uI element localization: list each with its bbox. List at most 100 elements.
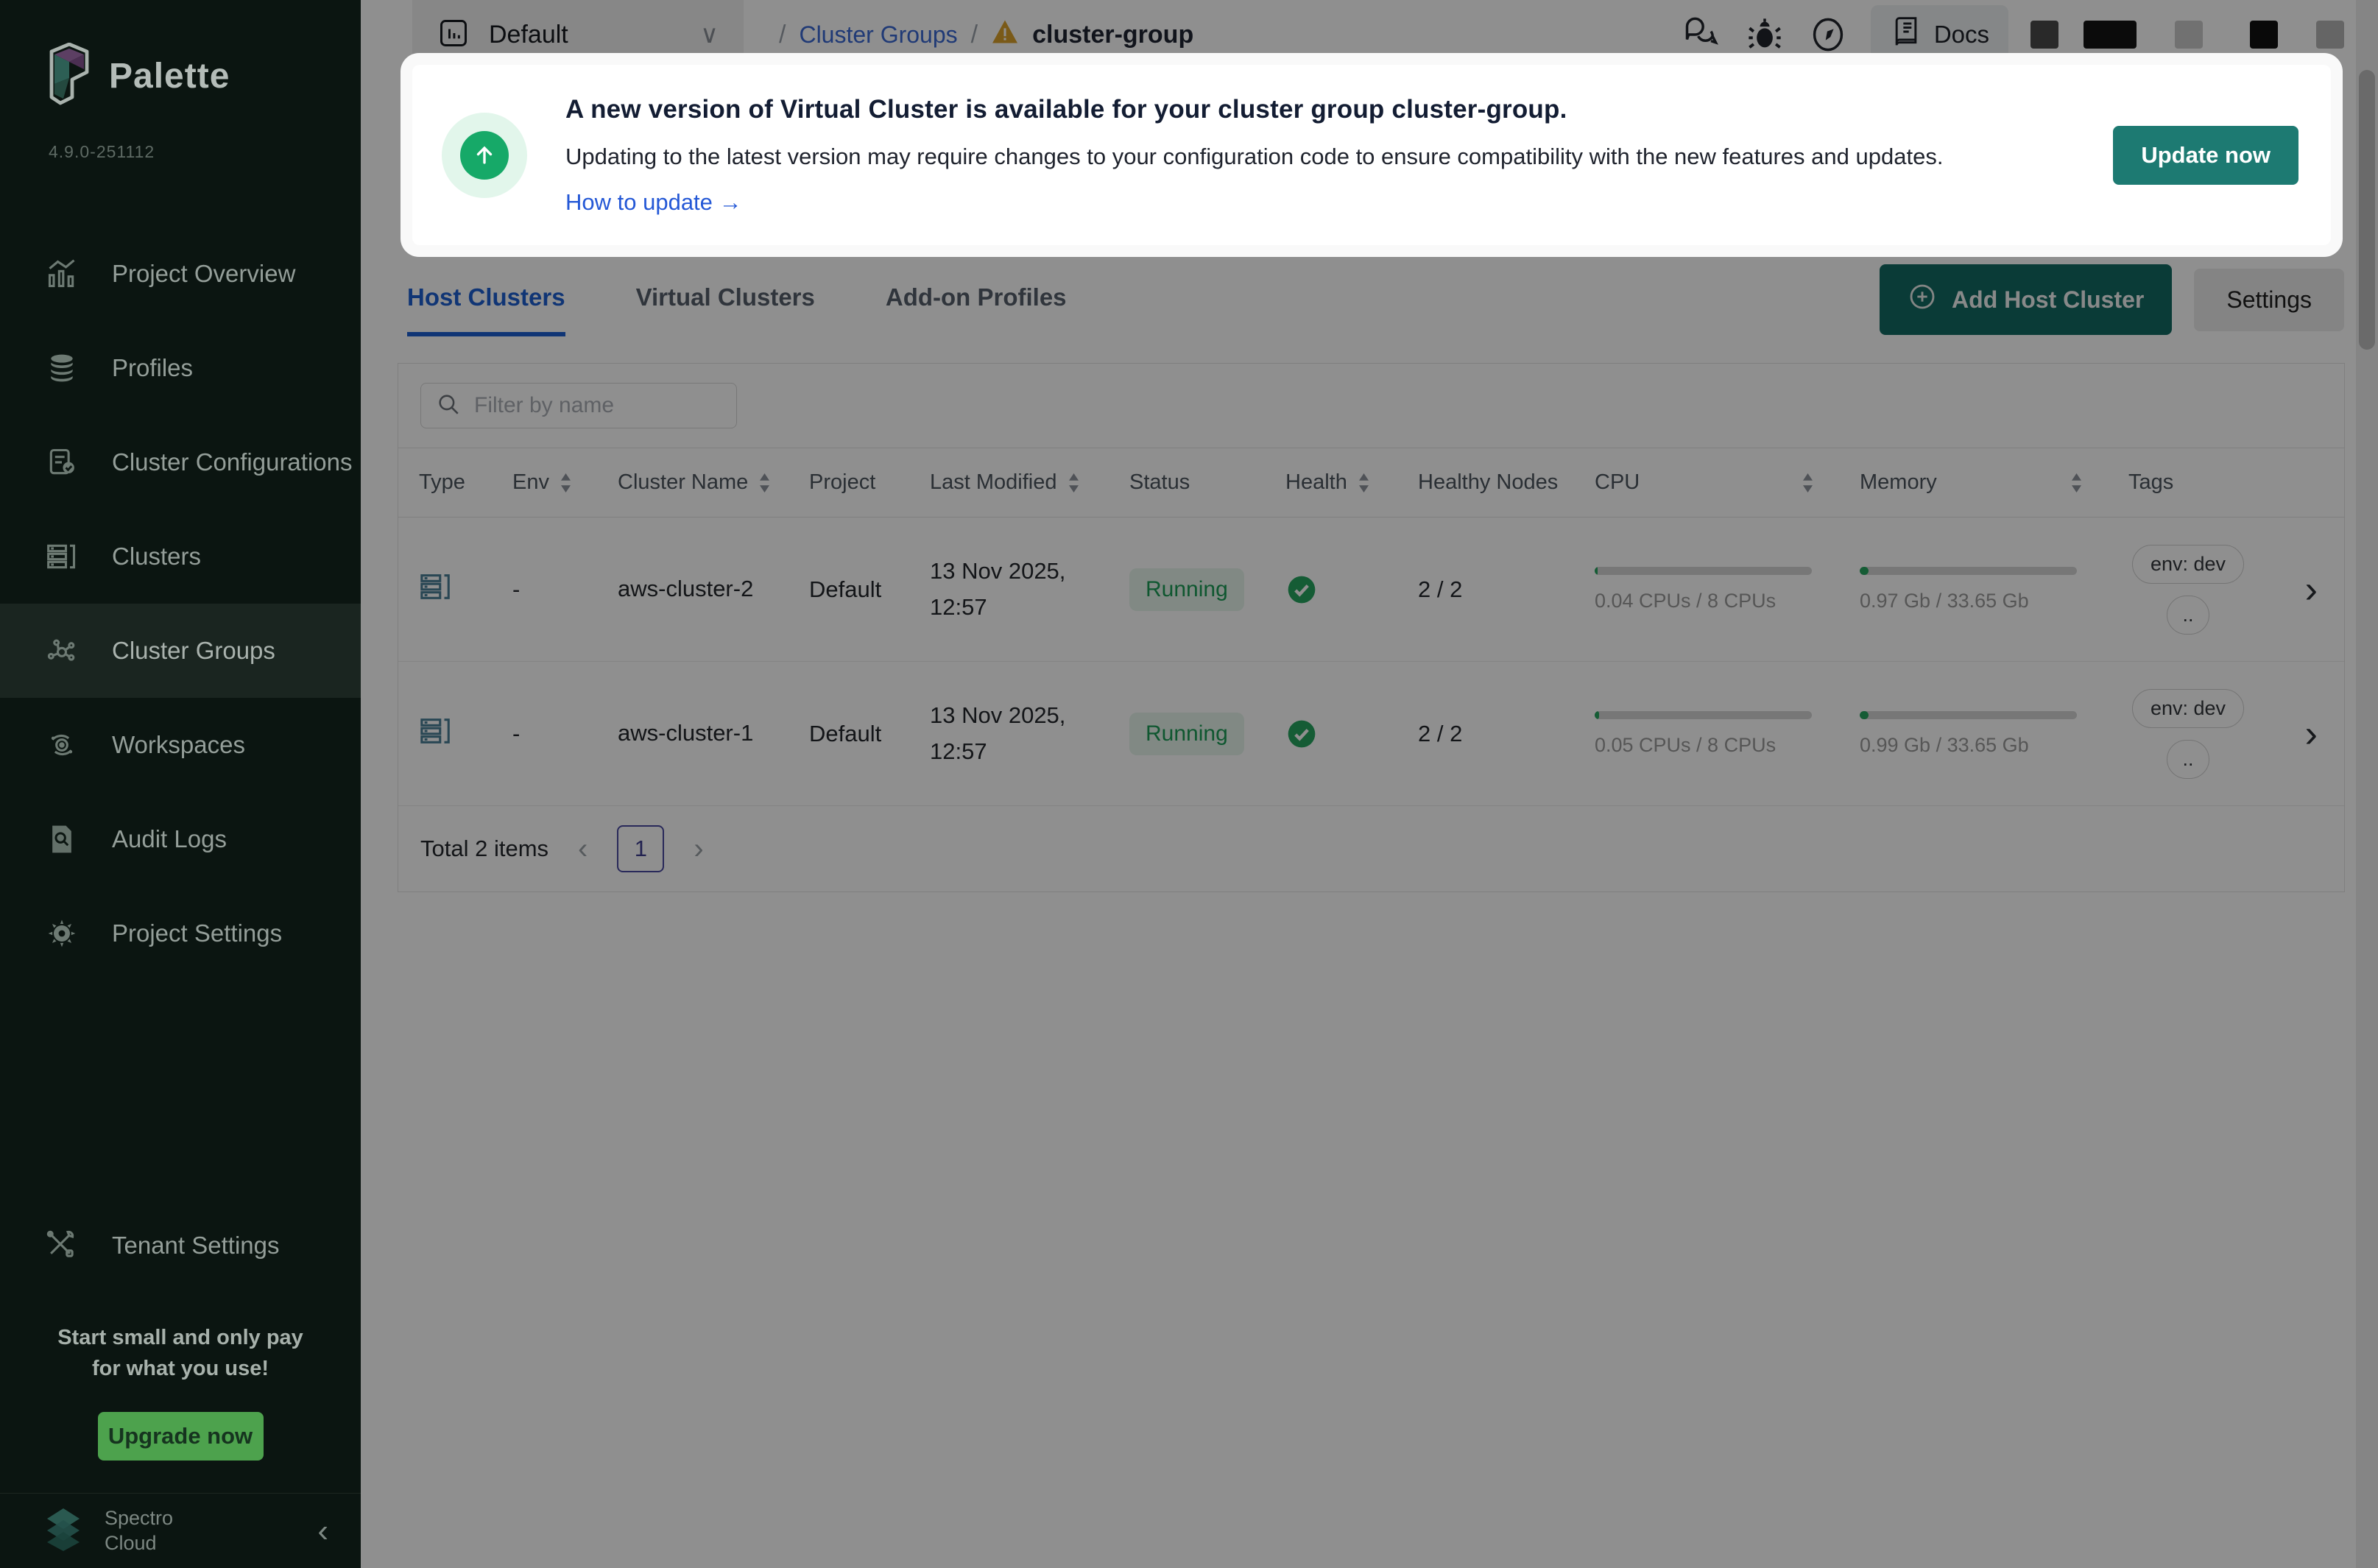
sidebar-item-audit-logs[interactable]: Audit Logs [0,792,361,886]
collapse-sidebar-icon[interactable]: ‹ [317,1514,328,1547]
chevron-right-icon[interactable]: › [2276,568,2337,612]
health-check-icon [1285,573,1318,606]
cluster-name-cell[interactable]: aws-cluster-1 [597,662,788,805]
orbit-icon [44,727,80,763]
redacted-block [2031,21,2058,49]
search-icon [436,392,461,420]
more-tags-badge[interactable]: .. [2167,595,2209,635]
how-to-update-link[interactable]: How to update → [565,189,742,216]
sidebar-item-label: Project Overview [112,260,296,287]
scrollbar[interactable] [2356,0,2378,1568]
table-row-aws-cluster-1[interactable]: - aws-cluster-1 Default 13 Nov 2025, 12:5… [398,662,2344,806]
sidebar-item-cluster-groups[interactable]: Cluster Groups [0,604,361,698]
scrollbar-thumb[interactable] [2359,70,2375,350]
feedback-chat-icon[interactable] [1681,14,1722,55]
sidebar-item-clusters[interactable]: Clusters [0,509,361,604]
column-header-last-modified[interactable]: Last Modified [909,448,1109,517]
tag-badge: env: dev [2131,544,2245,584]
sort-icon[interactable] [1068,473,1080,492]
help-compass-icon[interactable] [1807,14,1849,55]
plus-circle-icon [1908,282,1937,317]
palette-logo-icon [46,42,93,110]
brand-line-1: Spectro [105,1506,174,1529]
palette-logo-text: Palette [109,57,230,96]
row-expand-cell[interactable]: › [2255,518,2344,661]
sort-icon[interactable] [758,473,771,492]
column-header-project[interactable]: Project [788,448,909,517]
sidebar-item-project-overview[interactable]: Project Overview [0,227,361,321]
brand-line-2: Cloud [105,1531,157,1554]
top-bar-icons: Docs [1681,5,2378,64]
sidebar-item-label: Audit Logs [112,825,227,852]
sidebar-item-project-settings[interactable]: Project Settings [0,886,361,981]
sort-icon[interactable] [560,473,572,492]
column-header-healthy-nodes[interactable]: Healthy Nodes [1397,448,1574,517]
redacted-block [2084,21,2137,49]
update-now-button[interactable]: Update now [2113,125,2298,185]
project-selector[interactable]: Default ∨ [412,0,744,69]
page-number[interactable]: 1 [617,825,665,872]
cluster-name-cell[interactable]: aws-cluster-2 [597,518,788,661]
sidebar-item-workspaces[interactable]: Workspaces [0,698,361,792]
servers-icon [44,539,80,574]
docs-button[interactable]: Docs [1870,5,2008,64]
banner-title: A new version of Virtual Cluster is avai… [565,94,1567,124]
tab-host-clusters[interactable]: Host Clusters [407,263,565,336]
table-footer: Total 2 items ‹ 1 › [398,806,2344,891]
last-modified-cell: 13 Nov 2025, 12:57 [930,558,1066,620]
memory-label: 0.97 Gb / 33.65 Gb [1860,589,2029,612]
health-cell [1265,518,1397,661]
memory-meter [1860,710,2077,719]
sort-icon[interactable] [1802,473,1814,492]
tags-cell: env: dev .. [2108,662,2255,805]
breadcrumb-cluster-groups-link[interactable]: Cluster Groups [799,21,957,49]
bug-report-icon[interactable] [1744,14,1785,55]
column-header-type[interactable]: Type [398,448,492,517]
sidebar-item-label: Tenant Settings [112,1231,280,1259]
spectro-cloud-logo-icon [41,1505,85,1556]
cluster-type-icon [419,570,453,610]
upgrade-now-button[interactable]: Upgrade now [97,1412,264,1461]
add-host-cluster-label: Add Host Cluster [1952,286,2145,313]
column-header-tags[interactable]: Tags [2108,448,2255,517]
chevron-right-icon[interactable]: › [2276,712,2337,756]
redacted-block [2175,21,2203,49]
type-cell [398,518,492,661]
app-window: Palette 4.9.0-251112 Project Overview Pr… [0,0,2378,1568]
breadcrumb-current: cluster-group [1032,20,1194,49]
sort-icon[interactable] [2070,473,2083,492]
previous-page-icon[interactable]: ‹ [578,834,588,864]
column-header-env[interactable]: Env [492,448,597,517]
tab-virtual-clusters[interactable]: Virtual Clusters [636,263,815,336]
table-row-aws-cluster-2[interactable]: - aws-cluster-2 Default 13 Nov 2025, 12:5… [398,518,2344,662]
healthy-nodes-cell: 2 / 2 [1418,720,1463,746]
tab-add-on-profiles[interactable]: Add-on Profiles [886,263,1067,336]
sidebar-item-tenant-settings[interactable]: Tenant Settings [0,1198,361,1293]
document-check-icon [44,445,80,480]
column-header-cluster-name[interactable]: Cluster Name [597,448,788,517]
sort-icon[interactable] [1358,473,1370,492]
sidebar-item-label: Project Settings [112,919,283,947]
row-expand-cell[interactable]: › [2255,662,2344,805]
cpu-cell: 0.04 CPUs / 8 CPUs [1574,518,1839,661]
sidebar-item-profiles[interactable]: Profiles [0,321,361,415]
warning-icon [991,19,1019,50]
settings-button[interactable]: Settings [2194,268,2344,331]
column-header-health[interactable]: Health [1265,448,1397,517]
project-selector-value: Default [489,20,568,49]
user-avatar[interactable] [2250,21,2278,49]
column-header-cpu[interactable]: CPU [1574,448,1839,517]
sidebar-nav: Project Overview Profiles Cluster Config… [0,227,361,981]
filter-search-box[interactable] [420,383,737,428]
cpu-label: 0.04 CPUs / 8 CPUs [1595,589,1777,612]
next-page-icon[interactable]: › [694,834,703,864]
more-tags-badge[interactable]: .. [2167,739,2209,779]
sidebar-item-cluster-configurations[interactable]: Cluster Configurations [0,415,361,509]
filter-input[interactable] [474,393,717,418]
column-header-memory[interactable]: Memory [1839,448,2108,517]
add-host-cluster-button[interactable]: Add Host Cluster [1880,264,2173,335]
arrow-up-icon [460,130,509,180]
status-badge: Running [1129,568,1244,611]
column-header-status[interactable]: Status [1109,448,1265,517]
memory-cell: 0.99 Gb / 33.65 Gb [1839,662,2108,805]
